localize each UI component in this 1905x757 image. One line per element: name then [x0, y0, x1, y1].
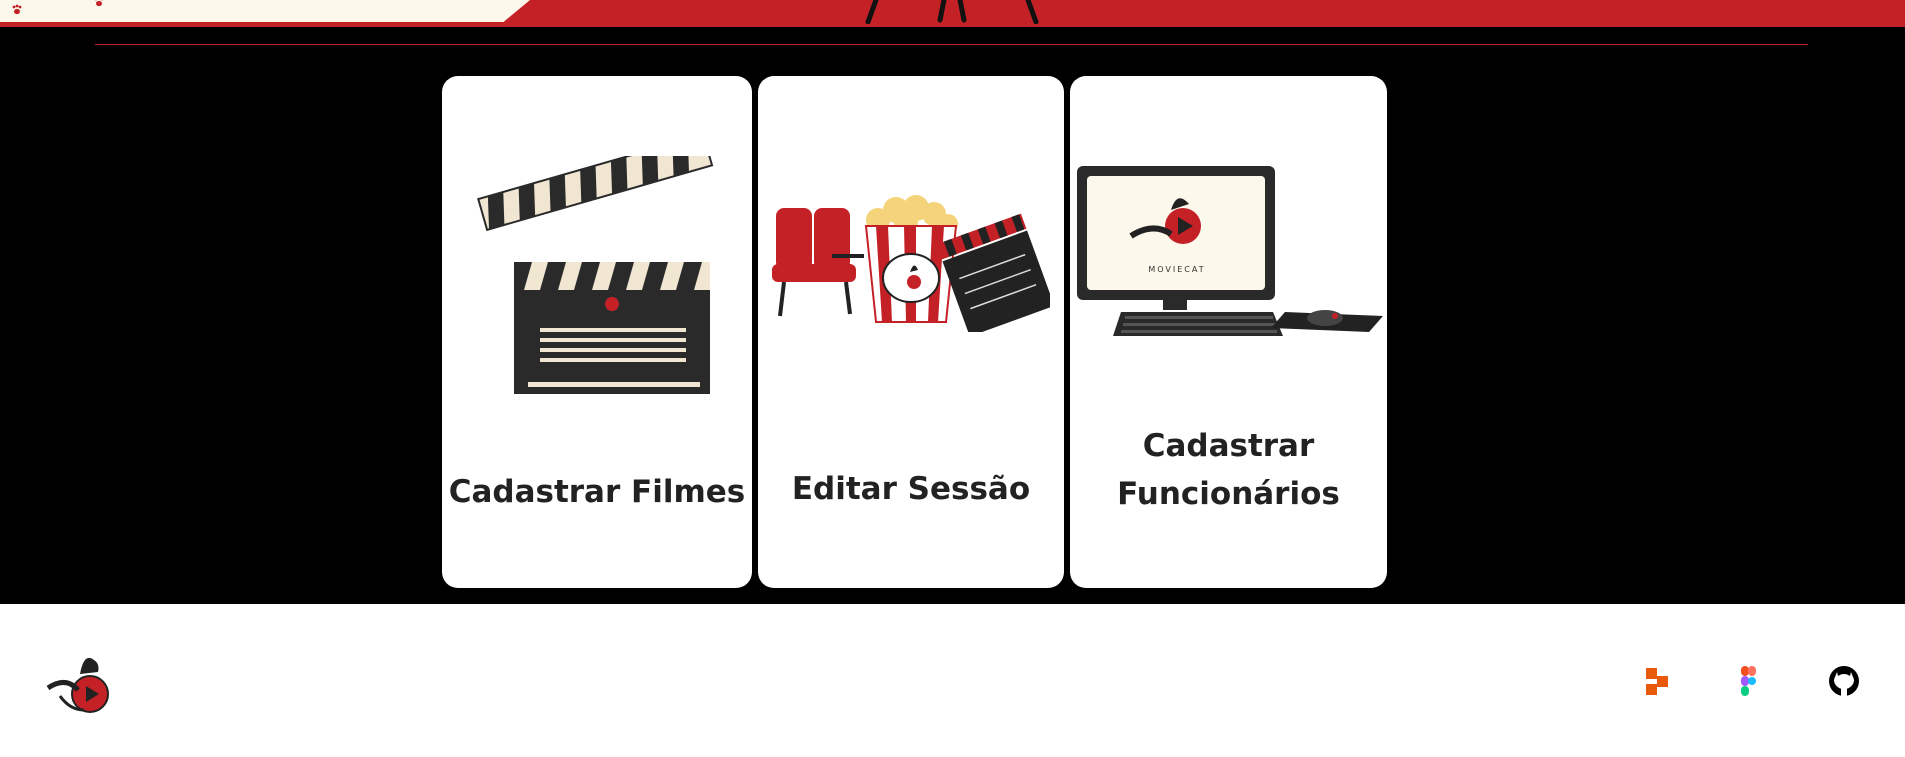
top-banner — [0, 0, 1905, 27]
github-icon[interactable] — [1827, 664, 1861, 698]
card-label: Editar Sessão — [791, 471, 1031, 507]
card-label: Cadastrar Funcionários — [1117, 428, 1340, 512]
footer — [0, 604, 1905, 757]
banner-cream-stripe — [0, 0, 530, 22]
computer-moviecat-icon: MOVIECAT — [1076, 166, 1383, 336]
moviecat-screen-text: MOVIECAT — [1148, 265, 1205, 274]
card-label: Cadastrar Filmes — [448, 474, 746, 510]
film-legs-graphic — [865, 0, 1039, 24]
trello-icon[interactable] — [1640, 664, 1674, 698]
divider-line — [95, 44, 1808, 45]
paw-icon — [93, 0, 105, 8]
main-section: Cadastrar Filmes Editar Sessão MOVIECAT … — [0, 27, 1905, 604]
clapperboard-icon — [477, 156, 714, 394]
figma-icon[interactable] — [1731, 664, 1765, 698]
card-cadastrar-funcionarios[interactable]: MOVIECAT Cadastrar Funcionários — [1070, 76, 1387, 588]
cinema-seats-popcorn-icon — [772, 195, 1050, 332]
moviecat-logo — [46, 657, 109, 713]
card-editar-sessao[interactable]: Editar Sessão — [758, 76, 1064, 588]
card-cadastrar-filmes[interactable]: Cadastrar Filmes — [442, 76, 752, 588]
paw-icon — [11, 4, 23, 16]
